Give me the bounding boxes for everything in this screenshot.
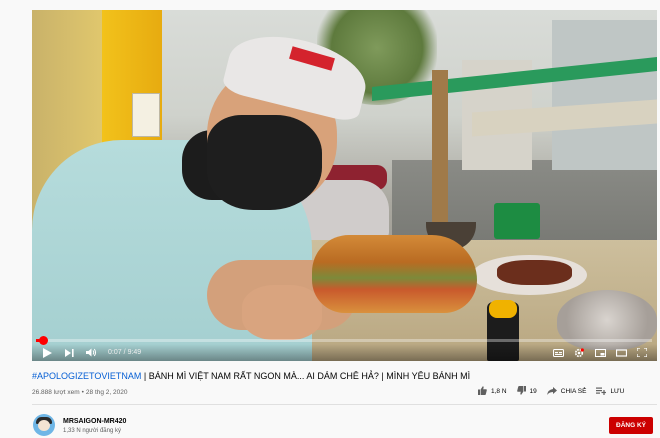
player-controls: 0:07/9:49 xyxy=(32,344,657,361)
save-button[interactable]: LƯU xyxy=(596,387,624,397)
subscribe-button[interactable]: ĐĂNG KÝ xyxy=(609,417,653,434)
share-button[interactable]: CHIA SẺ xyxy=(546,386,587,397)
subtitles-icon[interactable] xyxy=(551,346,565,360)
view-count: 26.888 lượt xem xyxy=(32,389,80,396)
play-icon[interactable] xyxy=(40,346,54,360)
theater-icon[interactable] xyxy=(614,346,628,360)
dislike-button[interactable]: 19 xyxy=(516,386,537,397)
share-label: CHIA SẺ xyxy=(560,388,587,395)
video-title: #APOLOGIZETOVIETNAM | BÁNH MÌ VIỆT NAM R… xyxy=(32,371,632,381)
video-frame xyxy=(32,10,657,361)
channel-name[interactable]: MRSAIGON-MR420 xyxy=(63,418,126,425)
subscriber-count: 1,33 N người đăng ký xyxy=(63,428,121,434)
like-button[interactable]: 1,8 N xyxy=(478,386,507,397)
time-display: 0:07/9:49 xyxy=(108,349,141,356)
right-controls xyxy=(544,346,649,360)
action-bar: 1,8 N 19 CHIA SẺ LƯU xyxy=(478,386,624,397)
duration: 9:49 xyxy=(127,349,142,356)
fullscreen-icon[interactable] xyxy=(635,346,649,360)
meta-separator: • xyxy=(81,389,84,396)
dislike-count: 19 xyxy=(529,388,537,395)
miniplayer-icon[interactable] xyxy=(593,346,607,360)
like-count: 1,8 N xyxy=(491,388,507,395)
next-icon[interactable] xyxy=(62,346,76,360)
video-player[interactable] xyxy=(32,10,657,361)
thumbs-up-icon xyxy=(478,386,487,397)
thumbs-down-icon xyxy=(516,386,526,397)
save-label: LƯU xyxy=(610,388,625,395)
settings-icon[interactable] xyxy=(572,346,586,360)
progress-bar[interactable] xyxy=(36,336,652,345)
video-meta: 26.888 lượt xem • 28 thg 2, 2020 xyxy=(32,389,128,396)
watch-page: 0:07/9:49 #APOLOGIZETOVIETNAM | BÁNH MÌ … xyxy=(0,0,660,438)
volume-icon[interactable] xyxy=(84,346,98,360)
current-time: 0:07 xyxy=(108,349,122,356)
title-text: | BÁNH MÌ VIỆT NAM RẤT NGON MÀ... AI DÁM… xyxy=(141,371,471,381)
upload-date: 28 thg 2, 2020 xyxy=(85,389,128,396)
channel-avatar[interactable] xyxy=(33,414,55,436)
time-separator: / xyxy=(123,349,126,356)
share-icon xyxy=(546,386,557,397)
hashtag-link[interactable]: #APOLOGIZETOVIETNAM xyxy=(32,371,141,381)
divider xyxy=(32,404,657,405)
save-playlist-icon xyxy=(596,387,607,397)
